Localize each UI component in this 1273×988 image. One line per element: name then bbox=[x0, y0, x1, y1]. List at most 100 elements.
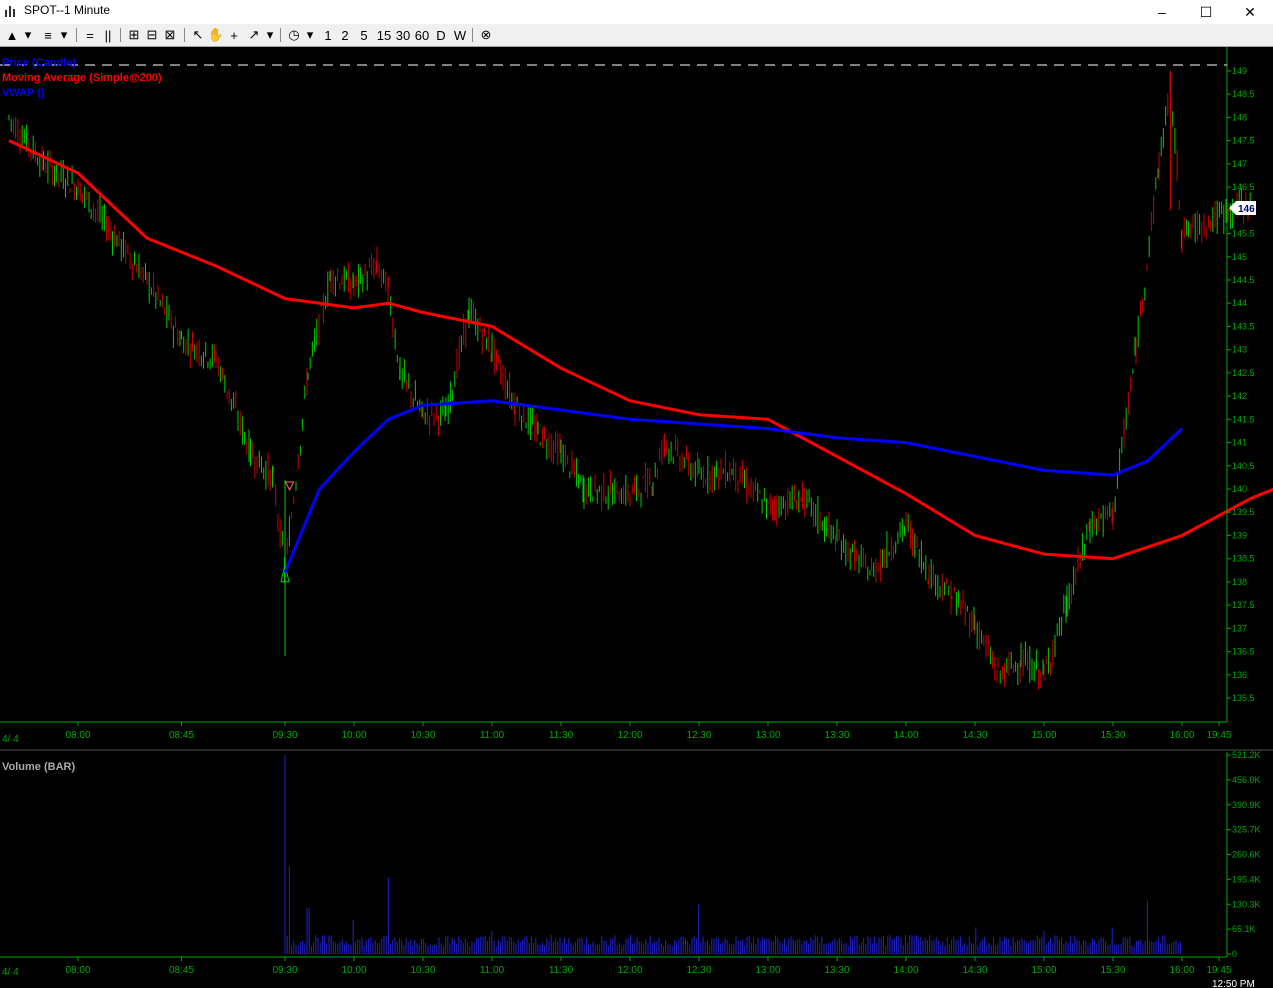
volume-time-tick-label: 10:00 bbox=[341, 965, 366, 976]
pointer-icon[interactable]: ↖ bbox=[190, 27, 206, 43]
close-button[interactable]: ✕ bbox=[1227, 0, 1273, 24]
volume-time-tick-label: 15:30 bbox=[1100, 965, 1125, 976]
volume-tick-label: 390.9K bbox=[1232, 800, 1261, 810]
volume-time-tick-label: 12:00 bbox=[617, 965, 642, 976]
time-tick-label: 08:45 bbox=[169, 730, 194, 741]
interval-2-button[interactable]: 2 bbox=[339, 27, 351, 43]
price-tick-label: 147 bbox=[1232, 159, 1247, 169]
clock-label: 12:50 PM bbox=[1212, 979, 1255, 988]
time-tick-label: 10:00 bbox=[341, 730, 366, 741]
time-tick-label: 16:00 bbox=[1169, 730, 1194, 741]
interval-1-button[interactable]: 1 bbox=[322, 27, 334, 43]
time-tick-label: 11:30 bbox=[549, 730, 574, 741]
volume-time-tick-label: 08:45 bbox=[169, 965, 194, 976]
zoom-reset-icon[interactable]: ⊠ bbox=[162, 27, 178, 43]
minimize-button[interactable]: – bbox=[1139, 0, 1185, 24]
studies-icon[interactable]: ≡ bbox=[40, 27, 56, 43]
toolbar: ▲ ▾ ≡ ▾ = || ⊞ ⊟ ⊠ ↖ ✋ + ↗ ▾ ◷ ▾ 1 2 5 1… bbox=[0, 24, 1273, 47]
price-tick-label: 143.5 bbox=[1232, 321, 1255, 331]
dropdown-icon[interactable]: ▾ bbox=[264, 27, 276, 43]
volume-tick-label: 0 bbox=[1232, 949, 1237, 959]
price-tick-label: 149 bbox=[1232, 66, 1247, 76]
horizontal-line-icon[interactable]: = bbox=[82, 27, 98, 43]
price-tick-label: 140 bbox=[1232, 484, 1247, 494]
volume-tick-label: 195.4K bbox=[1232, 874, 1261, 884]
time-tick-label: 09:30 bbox=[272, 730, 297, 741]
price-tick-label: 138 bbox=[1232, 577, 1247, 587]
price-tick-label: 140.5 bbox=[1232, 461, 1255, 471]
interval-60-button[interactable]: 60 bbox=[413, 27, 431, 43]
price-tick-label: 145.5 bbox=[1232, 229, 1255, 239]
window-title: SPOT--1 Minute bbox=[24, 3, 111, 17]
crosshair-icon[interactable]: + bbox=[226, 27, 242, 43]
time-tick-label: 15:30 bbox=[1100, 730, 1125, 741]
hand-icon[interactable]: ✋ bbox=[208, 27, 224, 43]
time-tick-label: 11:00 bbox=[480, 730, 505, 741]
price-tick-label: 144 bbox=[1232, 298, 1247, 308]
price-tick-label: 143 bbox=[1232, 345, 1247, 355]
time-tick-label: 13:00 bbox=[755, 730, 780, 741]
time-tick-label: 15:00 bbox=[1031, 730, 1056, 741]
interval-5-button[interactable]: 5 bbox=[358, 27, 370, 43]
volume-time-tick-label: 19:45 bbox=[1206, 965, 1231, 976]
time-tick-label: 14:00 bbox=[893, 730, 918, 741]
separator bbox=[472, 28, 473, 42]
volume-tick-label: 325.7K bbox=[1232, 825, 1261, 835]
interval-15-button[interactable]: 15 bbox=[375, 27, 393, 43]
bar-style-icon[interactable]: ▲ bbox=[4, 27, 20, 43]
price-tick-label: 147.5 bbox=[1232, 136, 1255, 146]
legend-vwap: VWAP () bbox=[2, 87, 45, 99]
dropdown-icon[interactable]: ▾ bbox=[304, 27, 316, 43]
volume-time-tick-label: 08:00 bbox=[65, 965, 90, 976]
price-tick-label: 137.5 bbox=[1232, 600, 1255, 610]
price-tick-label: 139.5 bbox=[1232, 507, 1255, 517]
price-tick-label: 137 bbox=[1232, 623, 1247, 633]
price-tick-label: 148.5 bbox=[1232, 89, 1255, 99]
price-tick-label: 139 bbox=[1232, 530, 1247, 540]
zoom-out-icon[interactable]: ⊟ bbox=[144, 27, 160, 43]
legend-price: Price (Candle) bbox=[2, 57, 76, 69]
trendline-icon[interactable]: ↗ bbox=[246, 27, 262, 43]
price-tick-label: 141 bbox=[1232, 438, 1247, 448]
price-tick-label: 148 bbox=[1232, 112, 1247, 122]
chart-app-icon bbox=[5, 6, 15, 17]
price-tick-label: 135.5 bbox=[1232, 693, 1255, 703]
price-tick-label: 136.5 bbox=[1232, 647, 1255, 657]
dropdown-icon[interactable]: ▾ bbox=[58, 27, 70, 43]
price-tick-label: 145 bbox=[1232, 252, 1247, 262]
price-chart[interactable]: 135.5 136 136.5 137 137.5 138 138.5 139 139.5 140… bbox=[0, 47, 1273, 988]
dropdown-icon[interactable]: ▾ bbox=[22, 27, 34, 43]
interval-day-button[interactable]: D bbox=[434, 27, 448, 43]
separator bbox=[280, 28, 281, 42]
clock-icon[interactable]: ◷ bbox=[286, 27, 302, 43]
price-tick-label: 142 bbox=[1232, 391, 1247, 401]
separator bbox=[184, 28, 185, 42]
vertical-line-icon[interactable]: || bbox=[100, 27, 116, 43]
maximize-button[interactable]: ☐ bbox=[1183, 0, 1229, 24]
cancel-icon[interactable]: ⊗ bbox=[478, 27, 494, 43]
interval-week-button[interactable]: W bbox=[452, 27, 468, 43]
volume-time-tick-label: 15:00 bbox=[1031, 965, 1056, 976]
volume-time-tick-label: 11:30 bbox=[549, 965, 574, 976]
time-tick-label: 12:00 bbox=[617, 730, 642, 741]
volume-time-tick-label: 12:30 bbox=[686, 965, 711, 976]
separator bbox=[76, 28, 77, 42]
last-price-label: 146 bbox=[1238, 204, 1255, 215]
volume-tick-label: 521.2K bbox=[1232, 750, 1261, 760]
volume-time-tick-label: 16:00 bbox=[1169, 965, 1194, 976]
date-label: 4/ 4 bbox=[2, 734, 19, 745]
time-tick-label: 10:30 bbox=[410, 730, 435, 741]
volume-title: Volume (BAR) bbox=[2, 761, 75, 773]
zoom-in-icon[interactable]: ⊞ bbox=[126, 27, 142, 43]
interval-30-button[interactable]: 30 bbox=[394, 27, 412, 43]
legend-ma: Moving Average (Simple@200) bbox=[2, 72, 162, 84]
volume-tick-label: 130.3K bbox=[1232, 899, 1261, 909]
price-tick-label: 141.5 bbox=[1232, 414, 1255, 424]
chart-background bbox=[0, 47, 1273, 988]
volume-time-tick-label: 10:30 bbox=[410, 965, 435, 976]
price-tick-label: 146.5 bbox=[1232, 182, 1255, 192]
volume-time-tick-label: 13:00 bbox=[755, 965, 780, 976]
price-tick-label: 136 bbox=[1232, 670, 1247, 680]
separator bbox=[120, 28, 121, 42]
volume-date-label: 4/ 4 bbox=[2, 967, 19, 978]
